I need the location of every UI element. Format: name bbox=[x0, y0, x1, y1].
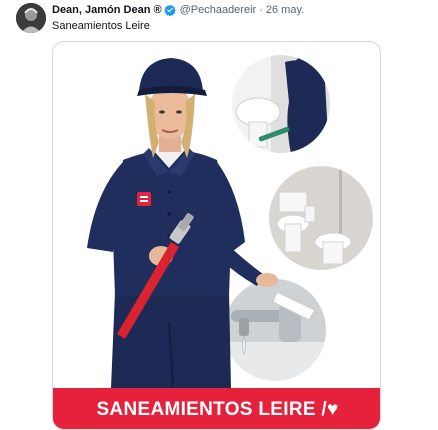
tweet: Dean, Jamón Dean ® @Pechaadereir · 26 ma… bbox=[0, 0, 438, 430]
verified-badge-icon bbox=[163, 4, 176, 17]
header-separator: · bbox=[259, 4, 263, 16]
tweet-media-image[interactable]: SANEAMIENTOS LEIRE /♥ bbox=[52, 41, 381, 430]
tweet-text: Saneamientos Leire bbox=[52, 20, 150, 32]
tweet-header: Dean, Jamón Dean ® @Pechaadereir · 26 ma… bbox=[52, 3, 304, 17]
ad-banner: SANEAMIENTOS LEIRE /♥ bbox=[53, 388, 380, 429]
author-handle[interactable]: @Pechaadereir bbox=[180, 3, 257, 17]
ad-illustration bbox=[87, 53, 375, 389]
faucet-leak-photo bbox=[222, 277, 328, 383]
toilet-repair-photo bbox=[230, 53, 332, 155]
author-display-name[interactable]: Dean, Jamón Dean ® bbox=[52, 3, 162, 17]
banner-text: SANEAMIENTOS LEIRE /♥ bbox=[96, 398, 339, 420]
toilet-bidet-photo bbox=[267, 164, 375, 272]
tweet-date[interactable]: 26 may. bbox=[266, 3, 304, 17]
author-avatar[interactable] bbox=[16, 3, 46, 33]
